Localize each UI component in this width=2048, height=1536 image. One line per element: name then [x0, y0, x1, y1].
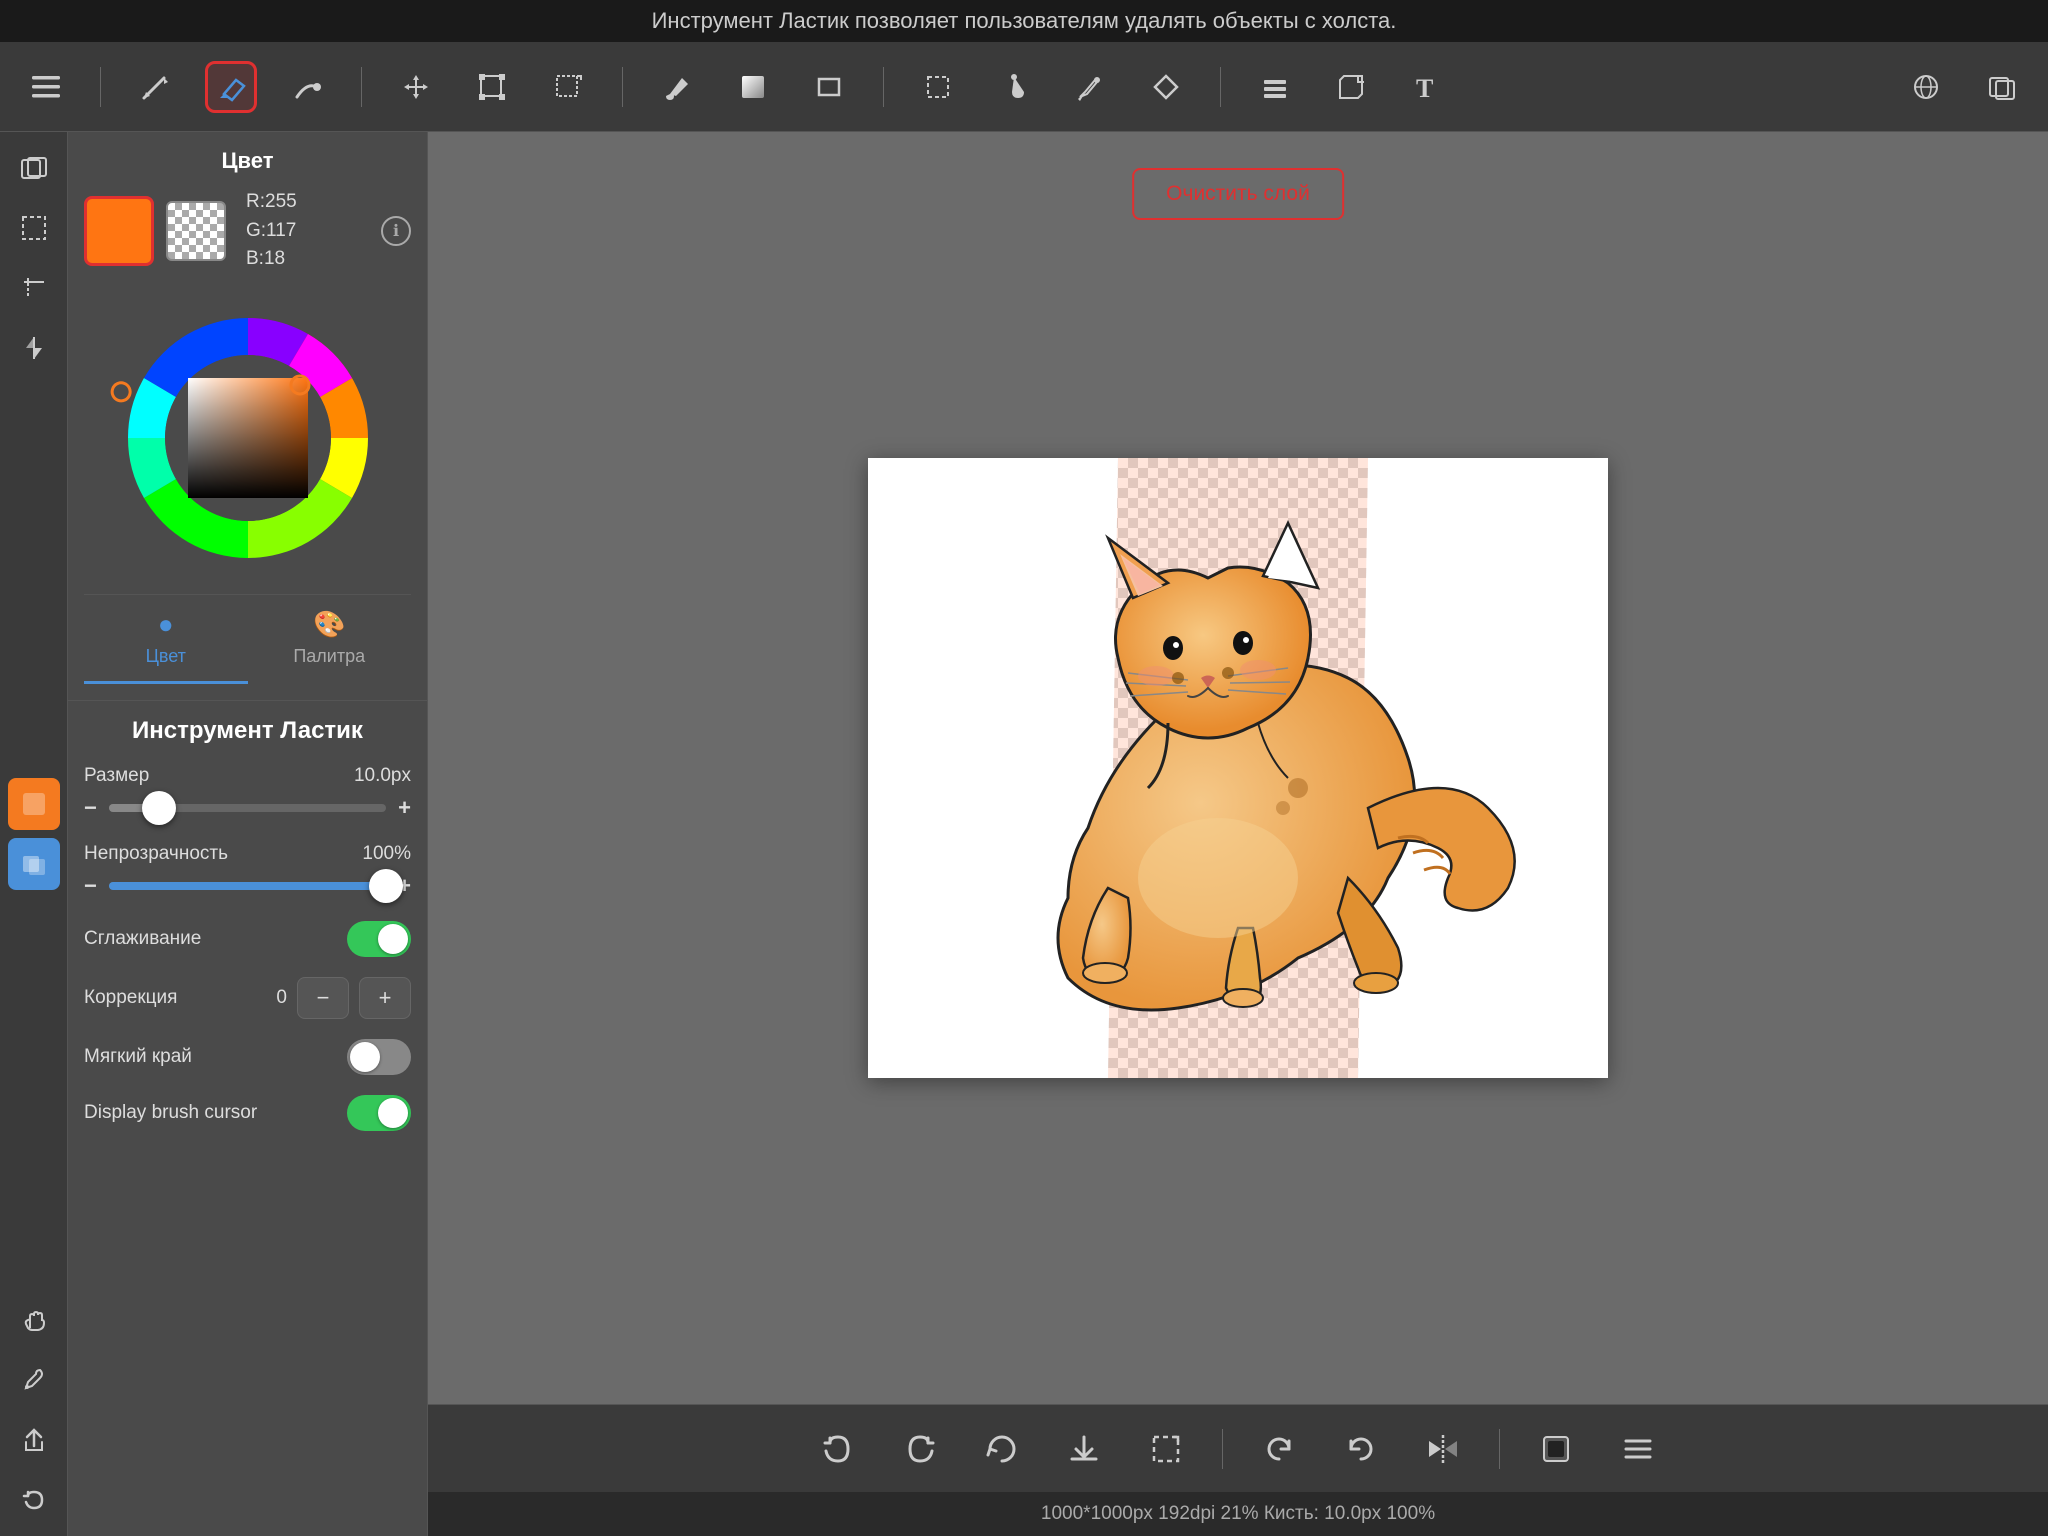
correction-increase-btn[interactable]: + — [359, 977, 411, 1019]
correction-value: 0 — [276, 987, 287, 1009]
color-wheel[interactable] — [108, 298, 388, 578]
size-increase-btn[interactable]: + — [398, 795, 411, 821]
correction-decrease-btn[interactable]: − — [297, 977, 349, 1019]
share-icon[interactable] — [8, 1414, 60, 1466]
opacity-value: 100% — [362, 843, 411, 865]
size-label: Размер — [84, 765, 149, 787]
svg-text:T: T — [1416, 74, 1433, 102]
canvas-area: Очистить слой — [428, 132, 2048, 1536]
color-wheel-container — [84, 288, 411, 594]
selection2-icon[interactable] — [1325, 61, 1377, 113]
smoothing-toggle[interactable] — [347, 921, 411, 957]
new-layer-icon[interactable] — [8, 142, 60, 194]
tab-color-label: Цвет — [146, 646, 186, 667]
toolbar: T — [0, 42, 2048, 132]
clear-layer-button[interactable]: Очистить слой — [1132, 168, 1344, 220]
primary-color-swatch[interactable] — [84, 196, 154, 266]
eyedropper-icon[interactable] — [8, 1354, 60, 1406]
redo-btn[interactable] — [894, 1423, 946, 1475]
correction-label: Коррекция — [84, 987, 177, 1009]
correction-controls: 0 − + — [276, 977, 411, 1019]
correction-row: Коррекция 0 − + — [84, 977, 411, 1019]
display-brush-cursor-row: Display brush cursor — [84, 1095, 411, 1131]
bottom-status-bar: 1000*1000px 192dpi 21% Кисть: 10.0px 100… — [428, 1492, 2048, 1536]
display-brush-cursor-toggle[interactable] — [347, 1095, 411, 1131]
layers-icon[interactable] — [1249, 61, 1301, 113]
tool-section: Инструмент Ластик Размер 10.0px − + — [68, 701, 427, 1167]
palette-tab-icon: 🎨 — [313, 609, 345, 640]
globe-icon[interactable] — [1900, 61, 1952, 113]
secondary-color-swatch[interactable] — [166, 201, 226, 261]
menu-icon[interactable] — [20, 61, 72, 113]
pen-tool-icon[interactable] — [1064, 61, 1116, 113]
grid-icon[interactable] — [8, 262, 60, 314]
eraser-tool-icon[interactable] — [205, 61, 257, 113]
undo-icon-left[interactable] — [8, 1474, 60, 1526]
crop-select-icon[interactable] — [1140, 1423, 1192, 1475]
dashed-rect-icon[interactable] — [8, 202, 60, 254]
smoothing-label: Сглаживание — [84, 928, 201, 950]
main-area: Цвет R:255 G:117 B:18 ℹ — [0, 132, 2048, 1536]
display-brush-cursor-label: Display brush cursor — [84, 1102, 257, 1124]
transform-tool-icon[interactable] — [466, 61, 518, 113]
gradient-fill-icon[interactable] — [727, 61, 779, 113]
hand-tool-icon[interactable] — [8, 1294, 60, 1346]
download-icon[interactable] — [1058, 1423, 1110, 1475]
size-slider-row: Размер 10.0px − + — [84, 765, 411, 821]
bottom-toolbar — [428, 1404, 2048, 1492]
text-tool-icon[interactable]: T — [1401, 61, 1453, 113]
mask-fill-icon[interactable] — [1530, 1423, 1582, 1475]
color-picker-icon[interactable] — [988, 61, 1040, 113]
loop-icon[interactable] — [976, 1423, 1028, 1475]
status-text: Инструмент Ластик позволяет пользователя… — [652, 8, 1397, 34]
opacity-decrease-btn[interactable]: − — [84, 873, 97, 899]
rectangle-tool-icon[interactable] — [803, 61, 855, 113]
color-section: Цвет R:255 G:117 B:18 ℹ — [68, 132, 427, 701]
color-layer-icon[interactable] — [8, 778, 60, 830]
size-value: 10.0px — [354, 765, 411, 787]
size-decrease-btn[interactable]: − — [84, 795, 97, 821]
cat-artwork — [868, 458, 1608, 1078]
menu-dots-icon[interactable] — [1612, 1423, 1664, 1475]
left-panel: Цвет R:255 G:117 B:18 ℹ — [68, 132, 428, 1536]
color-tabs: ● Цвет 🎨 Палитра — [84, 594, 411, 684]
transform2-tool-icon[interactable] — [542, 61, 594, 113]
info-icon[interactable]: ℹ — [381, 216, 411, 246]
color-preview-row: R:255 G:117 B:18 ℹ — [84, 188, 411, 274]
layer-icon[interactable] — [8, 838, 60, 890]
soft-edge-row: Мягкий край — [84, 1039, 411, 1075]
fill-tool-icon[interactable] — [651, 61, 703, 113]
canvas-status-text: 1000*1000px 192dpi 21% Кисть: 10.0px 100… — [1041, 1503, 1435, 1525]
canvas-container: Очистить слой — [428, 132, 2048, 1404]
smudge-tool-icon[interactable] — [281, 61, 333, 113]
left-strip — [0, 132, 68, 1536]
flip-icon[interactable] — [8, 322, 60, 374]
size-slider[interactable] — [109, 804, 386, 812]
diamond-tool-icon[interactable] — [1140, 61, 1192, 113]
tab-palette-label: Палитра — [293, 646, 365, 667]
tab-color[interactable]: ● Цвет — [84, 595, 248, 684]
color-rgb-values: R:255 G:117 B:18 — [246, 188, 297, 274]
color-panel-title: Цвет — [84, 148, 411, 174]
opacity-label: Непрозрачность — [84, 843, 228, 865]
smoothing-row: Сглаживание — [84, 921, 411, 957]
pencil-tool-icon[interactable] — [129, 61, 181, 113]
flip-icon-bottom[interactable] — [1417, 1423, 1469, 1475]
selection-tool-icon[interactable] — [912, 61, 964, 113]
soft-edge-toggle[interactable] — [347, 1039, 411, 1075]
status-bar: Инструмент Ластик позволяет пользователя… — [0, 0, 2048, 42]
layers2-icon[interactable] — [1976, 61, 2028, 113]
soft-edge-label: Мягкий край — [84, 1046, 192, 1068]
tab-palette[interactable]: 🎨 Палитра — [248, 595, 412, 684]
undo-btn[interactable] — [812, 1423, 864, 1475]
color-tab-icon: ● — [158, 609, 174, 640]
rotate-cw-icon[interactable] — [1335, 1423, 1387, 1475]
opacity-slider[interactable] — [109, 882, 386, 890]
move-tool-icon[interactable] — [390, 61, 442, 113]
rotate-ccw-icon[interactable] — [1253, 1423, 1305, 1475]
tool-title: Инструмент Ластик — [84, 717, 411, 745]
drawing-canvas[interactable] — [868, 458, 1608, 1078]
opacity-slider-row: Непрозрачность 100% − + — [84, 843, 411, 899]
